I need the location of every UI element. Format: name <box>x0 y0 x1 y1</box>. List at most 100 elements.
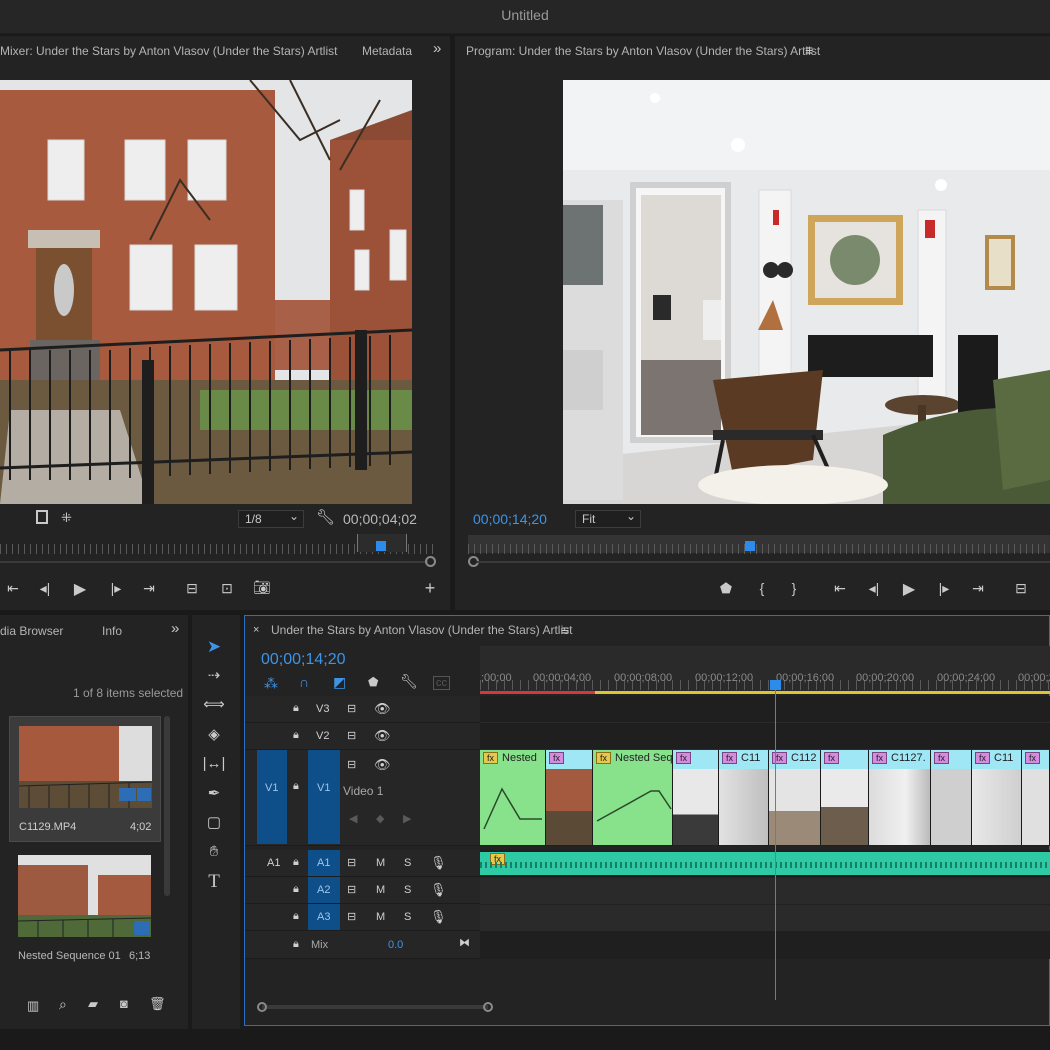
list-view-icon[interactable]: ▥ <box>27 998 39 1014</box>
track-v3-header[interactable]: 🔒︎ V3 ⊟ 👁︎ <box>245 696 480 723</box>
play-icon[interactable]: ▶ <box>898 579 920 599</box>
slip-tool-icon[interactable]: |↔| <box>199 752 229 776</box>
step-back-icon[interactable]: ◂| <box>34 580 56 597</box>
v3-lane[interactable] <box>480 696 1050 723</box>
new-item-icon[interactable]: ◙ <box>120 996 128 1011</box>
solo-button[interactable]: S <box>404 884 411 896</box>
project-item[interactable]: Nested Sequence 01 6;13 <box>9 846 161 972</box>
video-clip[interactable]: fx Nested Seq <box>593 750 673 845</box>
go-to-out-icon[interactable]: ⇥ <box>138 580 160 597</box>
lock-icon[interactable]: 🔒︎ <box>293 910 299 923</box>
eye-icon[interactable]: 👁︎ <box>374 701 391 717</box>
step-back-icon[interactable]: ◂| <box>863 580 885 597</box>
captions-icon[interactable]: cc <box>433 676 450 690</box>
wrench-icon[interactable]: 🔧︎ <box>316 508 335 526</box>
lift-icon[interactable]: ⊟ <box>1010 580 1032 597</box>
mix-end-icon[interactable]: ⧓ <box>459 936 470 949</box>
microphone-icon[interactable]: 🎙︎ <box>430 882 447 898</box>
pen-tool-icon[interactable]: ✒ <box>199 782 229 806</box>
new-bin-icon[interactable]: ▰ <box>88 996 98 1012</box>
metadata-tab[interactable]: Metadata <box>362 44 412 58</box>
scroll-handle-right[interactable] <box>483 1002 493 1012</box>
sync-lock-icon[interactable]: ⊟ <box>347 729 356 742</box>
microphone-icon[interactable]: 🎙︎ <box>430 909 447 925</box>
double-chevron-right-icon[interactable]: » <box>171 620 179 637</box>
step-forward-icon[interactable]: |▸ <box>105 580 127 597</box>
mark-in-icon[interactable]: { <box>751 580 773 596</box>
selection-tool-icon[interactable]: ➤ <box>199 635 229 659</box>
mix-track-header[interactable]: 🔒︎ Mix 0.0 ⧓ <box>245 931 480 959</box>
rectangle-tool-icon[interactable]: ▢ <box>199 811 229 835</box>
lock-icon[interactable]: 🔒︎ <box>293 780 299 793</box>
linked-selection-icon[interactable]: ∩ <box>299 674 309 690</box>
double-chevron-right-icon[interactable]: » <box>433 40 441 57</box>
source-patch-v1[interactable] <box>257 750 287 844</box>
mark-out-icon[interactable]: } <box>783 580 805 596</box>
video-clip[interactable]: fx Nested <box>480 750 546 845</box>
eye-icon[interactable]: 👁︎ <box>374 757 391 773</box>
sync-lock-icon[interactable]: ⊟ <box>347 856 356 869</box>
sync-lock-icon[interactable]: ⊟ <box>347 758 356 771</box>
add-marker-icon[interactable]: ◩ <box>333 674 346 691</box>
zoom-handle[interactable] <box>425 556 436 567</box>
lock-icon[interactable]: 🔒︎ <box>293 883 299 896</box>
go-to-out-icon[interactable]: ⇥ <box>967 580 989 597</box>
resolution-dropdown[interactable]: 1/8 <box>238 509 304 528</box>
timeline-timecode[interactable]: 00;00;14;20 <box>261 651 346 669</box>
safe-margins-icon[interactable] <box>36 510 48 524</box>
mute-button[interactable]: M <box>376 911 385 923</box>
hand-tool-icon[interactable]: ✋︎ <box>199 840 229 864</box>
type-tool-icon[interactable]: T <box>199 870 229 894</box>
prev-keyframe-icon[interactable]: ◀ <box>349 812 357 825</box>
microphone-icon[interactable]: 🎙︎ <box>430 855 447 871</box>
wrench-icon[interactable]: 🔧︎ <box>400 673 418 690</box>
v2-lane[interactable] <box>480 723 1050 750</box>
insert-icon[interactable]: ⊟ <box>181 580 203 597</box>
ripple-edit-tool-icon[interactable]: ⟺ <box>199 693 229 717</box>
video-clip[interactable]: fx C11 <box>719 750 769 845</box>
track-v2-header[interactable]: 🔒︎ V2 ⊟ 👁︎ <box>245 723 480 750</box>
snap-icon[interactable]: ⁂ <box>264 675 278 692</box>
video-clip[interactable]: fx C1127. <box>869 750 931 845</box>
eye-icon[interactable]: 👁︎ <box>374 728 391 744</box>
video-clip[interactable]: fx <box>673 750 719 845</box>
mute-button[interactable]: M <box>376 857 385 869</box>
project-item-selected[interactable]: C1129.MP4 4;02 <box>9 716 161 842</box>
program-playhead[interactable] <box>745 541 755 551</box>
add-button-icon[interactable]: + <box>419 578 441 599</box>
overwrite-icon[interactable]: ⊡ <box>216 580 238 597</box>
track-target-v1[interactable] <box>308 750 340 844</box>
sync-lock-icon[interactable]: ⊟ <box>347 910 356 923</box>
timeline-scrollbar[interactable] <box>254 1000 494 1014</box>
go-to-in-icon[interactable]: ⇤ <box>2 580 24 597</box>
video-clip[interactable]: fx <box>1022 750 1050 845</box>
fit-dropdown[interactable]: Fit <box>575 509 641 528</box>
solo-button[interactable]: S <box>404 911 411 923</box>
track-select-tool-icon[interactable]: ⇢ <box>199 664 229 688</box>
step-forward-icon[interactable]: |▸ <box>933 580 955 597</box>
audio-clip[interactable]: fx <box>480 852 1050 875</box>
go-to-in-icon[interactable]: ⇤ <box>829 580 851 597</box>
close-icon[interactable]: × <box>253 624 259 636</box>
razor-tool-icon[interactable]: ◈ <box>199 723 229 747</box>
source-monitor-tab[interactable]: Mixer: Under the Stars by Anton Vlasov (… <box>0 44 337 58</box>
sync-lock-icon[interactable]: ⊟ <box>347 702 356 715</box>
play-icon[interactable]: ▶ <box>69 579 91 599</box>
track-a1-header[interactable]: A1 🔒︎ A1 ⊟ M S 🎙︎ <box>245 850 480 877</box>
timeline-ruler[interactable] <box>480 646 1050 694</box>
source-zoom-scroll[interactable] <box>0 556 436 568</box>
track-v1-header[interactable]: V1 🔒︎ V1 ⊟ 👁︎ Video 1 ◀ ◆ ▶ <box>245 750 480 846</box>
next-keyframe-icon[interactable]: ▶ <box>403 812 411 825</box>
video-clip[interactable]: fx <box>821 750 869 845</box>
timeline-tab[interactable]: Under the Stars by Anton Vlasov (Under t… <box>271 623 572 637</box>
search-icon[interactable]: ⌕ <box>59 996 67 1013</box>
lock-icon[interactable]: 🔒︎ <box>293 729 299 742</box>
media-browser-tab[interactable]: dia Browser <box>0 624 63 638</box>
video-clip[interactable]: fx <box>931 750 972 845</box>
settings-icon[interactable]: ⁜ <box>61 510 72 526</box>
marker-icon[interactable]: ⬟ <box>715 580 737 597</box>
timeline-playhead[interactable] <box>770 680 781 690</box>
video-clip[interactable]: fx C11 <box>972 750 1022 845</box>
track-label-v2[interactable]: V2 <box>316 730 329 742</box>
project-scrollbar[interactable] <box>164 716 170 896</box>
